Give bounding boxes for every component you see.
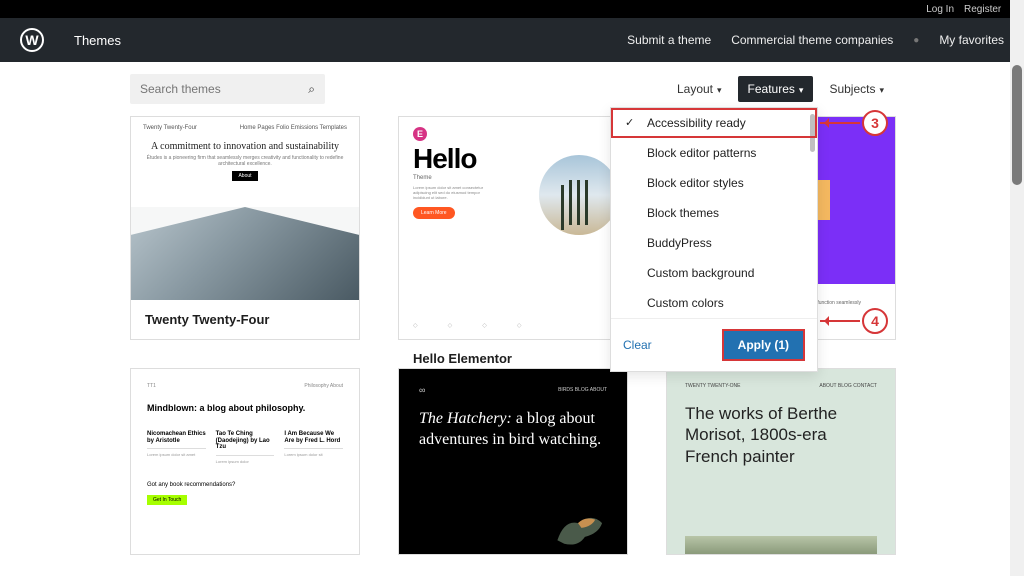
theme-title: Twenty Twenty-Four	[131, 300, 359, 339]
feature-option[interactable]: Custom background	[611, 258, 817, 288]
feature-option[interactable]: Block themes	[611, 198, 817, 228]
search-icon[interactable]: ⌕	[308, 82, 315, 97]
filter-bar: ⌕ Layout▾ Features▾ Subjects▾	[0, 62, 1024, 116]
theme-thumbnail: E Hello Theme Lorem ipsum dolor sit amet…	[399, 117, 627, 339]
annotation-3: 3	[862, 110, 888, 136]
nav-separator: ●	[913, 35, 919, 46]
filter-subjects[interactable]: Subjects▾	[819, 76, 894, 102]
nav-commercial[interactable]: Commercial theme companies	[731, 33, 893, 47]
theme-card[interactable]: E Hello Theme Lorem ipsum dolor sit amet…	[398, 116, 628, 340]
annotation-4: 4	[862, 308, 888, 334]
chevron-down-icon: ▾	[799, 85, 804, 95]
register-link[interactable]: Register	[964, 4, 1001, 15]
feature-option[interactable]: Block editor styles	[611, 168, 817, 198]
chevron-down-icon: ▾	[879, 85, 884, 95]
wporg-topbar: Log In Register ⌕	[0, 0, 1024, 18]
filter-features[interactable]: Features▾	[738, 76, 814, 102]
page-title: Themes	[74, 33, 121, 48]
nav-submit-theme[interactable]: Submit a theme	[627, 33, 711, 47]
page-scrollbar[interactable]	[1010, 0, 1024, 576]
feature-option[interactable]: Block editor patterns	[611, 138, 817, 168]
nav-favorites[interactable]: My favorites	[939, 33, 1004, 47]
theme-card[interactable]: TWENTY TWENTY-ONEABOUT BLOG CONTACT The …	[666, 368, 896, 555]
features-dropdown: Accessibility ready Block editor pattern…	[610, 107, 818, 372]
search-box[interactable]: ⌕	[130, 74, 325, 104]
feature-option[interactable]: BuddyPress	[611, 228, 817, 258]
masthead: W Themes Submit a theme Commercial theme…	[0, 18, 1024, 62]
wordpress-logo-icon[interactable]: W	[20, 28, 44, 52]
search-input[interactable]	[140, 82, 308, 96]
filter-layout[interactable]: Layout▾	[667, 76, 732, 102]
theme-grid: Twenty Twenty-FourHome Pages Folio Emiss…	[0, 116, 1024, 340]
feature-option-accessibility[interactable]: Accessibility ready	[611, 108, 817, 138]
feature-option[interactable]: Custom colors	[611, 288, 817, 318]
theme-thumbnail: Twenty Twenty-FourHome Pages Folio Emiss…	[131, 117, 359, 300]
theme-grid-row2: TT1Philosophy About Mindblown: a blog ab…	[0, 340, 1024, 555]
login-link[interactable]: Log In	[926, 4, 954, 15]
theme-card[interactable]: ∞BIRDS BLOG ABOUT The Hatchery: a blog a…	[398, 368, 628, 555]
clear-button[interactable]: Clear	[623, 338, 652, 352]
theme-card[interactable]: Twenty Twenty-FourHome Pages Folio Emiss…	[130, 116, 360, 340]
chevron-down-icon: ▾	[717, 85, 722, 95]
theme-card[interactable]: TT1Philosophy About Mindblown: a blog ab…	[130, 368, 360, 555]
apply-button[interactable]: Apply (1)	[722, 329, 805, 361]
